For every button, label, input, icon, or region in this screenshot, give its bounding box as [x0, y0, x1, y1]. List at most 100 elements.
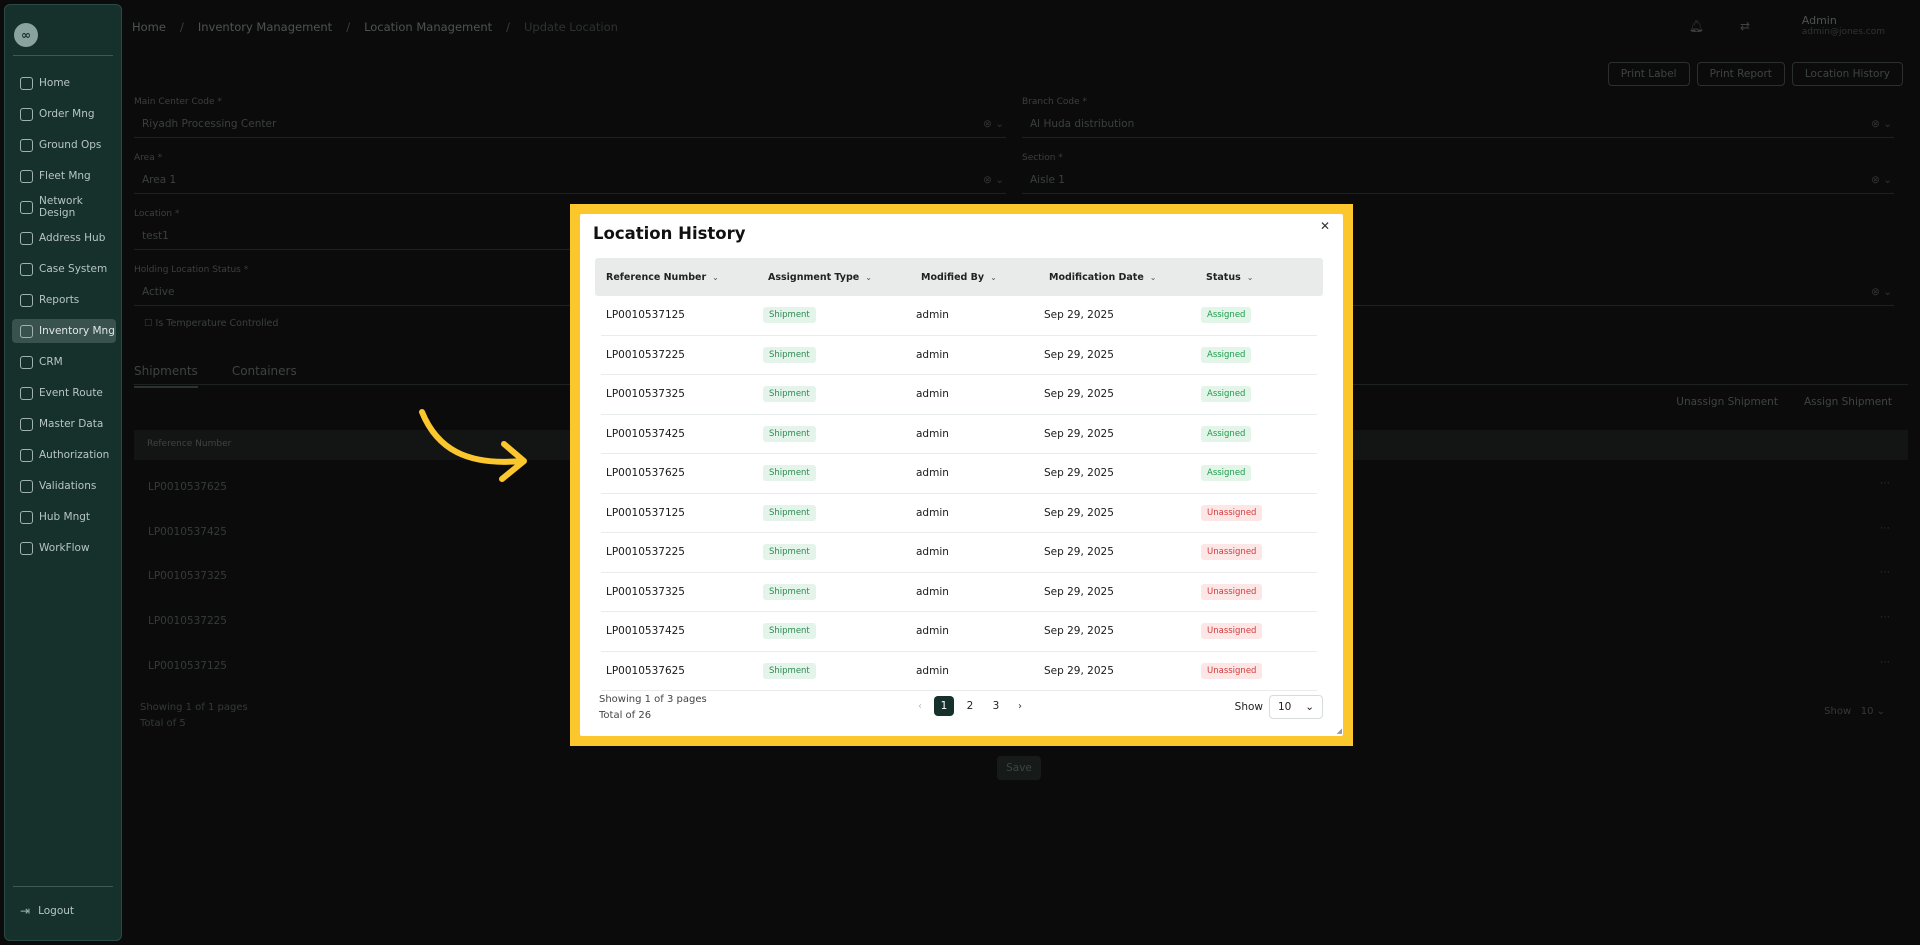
- branch-field[interactable]: Al Huda distribution ⊗ ⌄: [1022, 110, 1894, 138]
- workflow-icon: [20, 541, 33, 555]
- assignment-type-cell: Shipment: [763, 583, 916, 600]
- table-row[interactable]: LP0010537425 Shipment admin Sep 29, 2025 Una…: [601, 612, 1317, 652]
- resize-handle-icon[interactable]: ◢: [1337, 727, 1342, 735]
- chevron-right-icon[interactable]: ›: [1012, 701, 1028, 712]
- table-row[interactable]: LP0010537625: [148, 481, 227, 493]
- sidebar: ∞ Home Order Mng Ground Ops Fleet Mng Ne…: [4, 4, 122, 941]
- sidebar-item-event-route[interactable]: Event Route: [12, 381, 116, 405]
- table-row[interactable]: LP0010537325: [148, 570, 227, 582]
- users-icon: [20, 448, 33, 462]
- column-assignment-type[interactable]: Assignment Type ⌄: [757, 272, 910, 283]
- modified-by-cell: admin: [916, 625, 949, 638]
- chevron-down-icon: ⊗ ⌄: [1871, 174, 1892, 186]
- column-reference-number[interactable]: Reference Number ⌄: [595, 272, 757, 283]
- sidebar-item-case-system[interactable]: Case System: [12, 257, 116, 281]
- table-row[interactable]: LP0010537425: [148, 526, 227, 538]
- sidebar-item-hub-mngt[interactable]: Hub Mngt: [12, 505, 116, 529]
- bell-icon[interactable]: 🔔︎: [1689, 19, 1704, 33]
- more-icon[interactable]: ⋯: [1880, 657, 1890, 668]
- status-badge: Assigned: [1201, 465, 1252, 482]
- table-row[interactable]: LP0010537625 Shipment admin Sep 29, 2025 Ass…: [601, 454, 1317, 494]
- table-row[interactable]: LP0010537125 Shipment admin Sep 29, 2025 Una…: [601, 494, 1317, 533]
- reference-number-cell: LP0010537225: [606, 546, 685, 559]
- translate-icon[interactable]: ⇄: [1740, 19, 1750, 33]
- breadcrumb-home[interactable]: Home: [132, 20, 166, 34]
- sidebar-item-validations[interactable]: Validations: [12, 474, 116, 498]
- sidebar-item-label: Inventory Mng: [39, 325, 115, 337]
- table-row[interactable]: LP0010537125: [148, 660, 227, 672]
- reference-number-cell: LP0010537425: [606, 427, 685, 440]
- sidebar-item-ground-ops[interactable]: Ground Ops: [12, 133, 116, 157]
- sidebar-nav: Home Order Mng Ground Ops Fleet Mng Netw…: [12, 71, 116, 567]
- more-icon[interactable]: ⋯: [1880, 612, 1890, 623]
- show-value: 10: [1860, 706, 1874, 717]
- status-badge: Assigned: [1201, 386, 1252, 403]
- sidebar-item-label: Master Data: [39, 418, 104, 430]
- location-history-button[interactable]: Location History: [1791, 62, 1903, 86]
- sidebar-item-fleet-mng[interactable]: Fleet Mng: [12, 164, 116, 188]
- background-show-select[interactable]: Show 10 ⌄: [1824, 706, 1885, 717]
- breadcrumb: Home / Inventory Management / Location M…: [132, 20, 618, 34]
- table-row[interactable]: LP0010537225: [148, 615, 227, 627]
- logout-button[interactable]: ⇥ Logout: [20, 904, 74, 918]
- table-row[interactable]: LP0010537625 Shipment admin Sep 29, 2025 Una…: [601, 652, 1317, 691]
- sidebar-item-inventory-mng[interactable]: Inventory Mng: [12, 319, 116, 343]
- breadcrumb-inventory[interactable]: Inventory Management: [198, 20, 332, 34]
- table-row[interactable]: LP0010537225 Shipment admin Sep 29, 2025 Ass…: [601, 336, 1317, 375]
- sidebar-item-master-data[interactable]: Master Data: [12, 412, 116, 436]
- modal-title: Location History: [593, 224, 746, 243]
- column-status[interactable]: Status ⌄: [1195, 272, 1323, 283]
- page-3-button[interactable]: 3: [986, 696, 1006, 716]
- print-label-button[interactable]: Print Label: [1607, 62, 1690, 86]
- sidebar-item-crm[interactable]: CRM: [12, 350, 116, 374]
- assignment-type-badge: Shipment: [763, 425, 816, 442]
- page-1-button[interactable]: 1: [934, 696, 954, 716]
- table-row[interactable]: LP0010537425 Shipment admin Sep 29, 2025 Ass…: [601, 415, 1317, 454]
- status-cell: Unassigned: [1201, 623, 1317, 640]
- table-row[interactable]: LP0010537325 Shipment admin Sep 29, 2025 Una…: [601, 573, 1317, 612]
- reference-number-header[interactable]: Reference Number: [147, 439, 231, 449]
- breadcrumb-location[interactable]: Location Management: [364, 20, 492, 34]
- column-modified-by[interactable]: Modified By ⌄: [910, 272, 1038, 283]
- more-icon[interactable]: ⋯: [1880, 523, 1890, 534]
- assign-shipment-button[interactable]: Assign Shipment: [1804, 396, 1892, 408]
- chevron-left-icon[interactable]: ‹: [912, 701, 928, 712]
- sidebar-item-network-design[interactable]: Network Design: [12, 195, 116, 219]
- modification-date-cell: Sep 29, 2025: [1044, 546, 1114, 559]
- sidebar-item-home[interactable]: Home: [12, 71, 116, 95]
- sidebar-item-label: Order Mng: [39, 108, 95, 120]
- address-icon: [20, 231, 33, 245]
- table-row[interactable]: LP0010537325 Shipment admin Sep 29, 2025 Ass…: [601, 375, 1317, 415]
- order-icon: [20, 107, 33, 121]
- section-field[interactable]: Aisle 1 ⊗ ⌄: [1022, 166, 1894, 194]
- modal-footer: Showing 1 of 3 pages Total of 26 ‹ 1 2 3…: [599, 692, 1329, 724]
- sidebar-item-address-hub[interactable]: Address Hub: [12, 226, 116, 250]
- page-2-button[interactable]: 2: [960, 696, 980, 716]
- close-icon[interactable]: ✕: [1317, 218, 1333, 234]
- location-label: Location *: [134, 209, 180, 219]
- table-row[interactable]: LP0010537125 Shipment admin Sep 29, 2025 Ass…: [601, 296, 1317, 336]
- sidebar-item-label: Case System: [39, 263, 108, 275]
- sidebar-item-reports[interactable]: Reports: [12, 288, 116, 312]
- page-size-select[interactable]: 10 ⌄: [1269, 695, 1323, 719]
- sidebar-item-workflow[interactable]: WorkFlow: [12, 536, 116, 560]
- assignment-type-cell: Shipment: [763, 307, 916, 324]
- save-button[interactable]: Save: [997, 756, 1041, 780]
- column-modification-date[interactable]: Modification Date ⌄: [1038, 272, 1195, 283]
- more-icon[interactable]: ⋯: [1880, 567, 1890, 578]
- table-row[interactable]: LP0010537225 Shipment admin Sep 29, 2025 Una…: [601, 533, 1317, 573]
- user-profile[interactable]: Admin admin@jones.com: [1802, 14, 1885, 37]
- more-icon[interactable]: ⋯: [1880, 478, 1890, 489]
- chevron-down-icon: ⌄: [712, 272, 719, 282]
- reference-number-cell: LP0010537325: [606, 585, 685, 598]
- chevron-down-icon: ⌄: [1149, 272, 1157, 282]
- print-report-button[interactable]: Print Report: [1696, 62, 1785, 86]
- sidebar-item-order-mng[interactable]: Order Mng: [12, 102, 116, 126]
- modification-date-cell: Sep 29, 2025: [1044, 664, 1114, 677]
- unassign-shipment-button[interactable]: Unassign Shipment: [1676, 396, 1778, 408]
- area-field[interactable]: Area 1 ⊗ ⌄: [134, 166, 1006, 194]
- status-badge: Assigned: [1201, 425, 1252, 442]
- sidebar-item-authorization[interactable]: Authorization: [12, 443, 116, 467]
- main-center-field[interactable]: Riyadh Processing Center ⊗ ⌄: [134, 110, 1006, 138]
- temperature-checkbox[interactable]: ☐ Is Temperature Controlled: [144, 318, 278, 329]
